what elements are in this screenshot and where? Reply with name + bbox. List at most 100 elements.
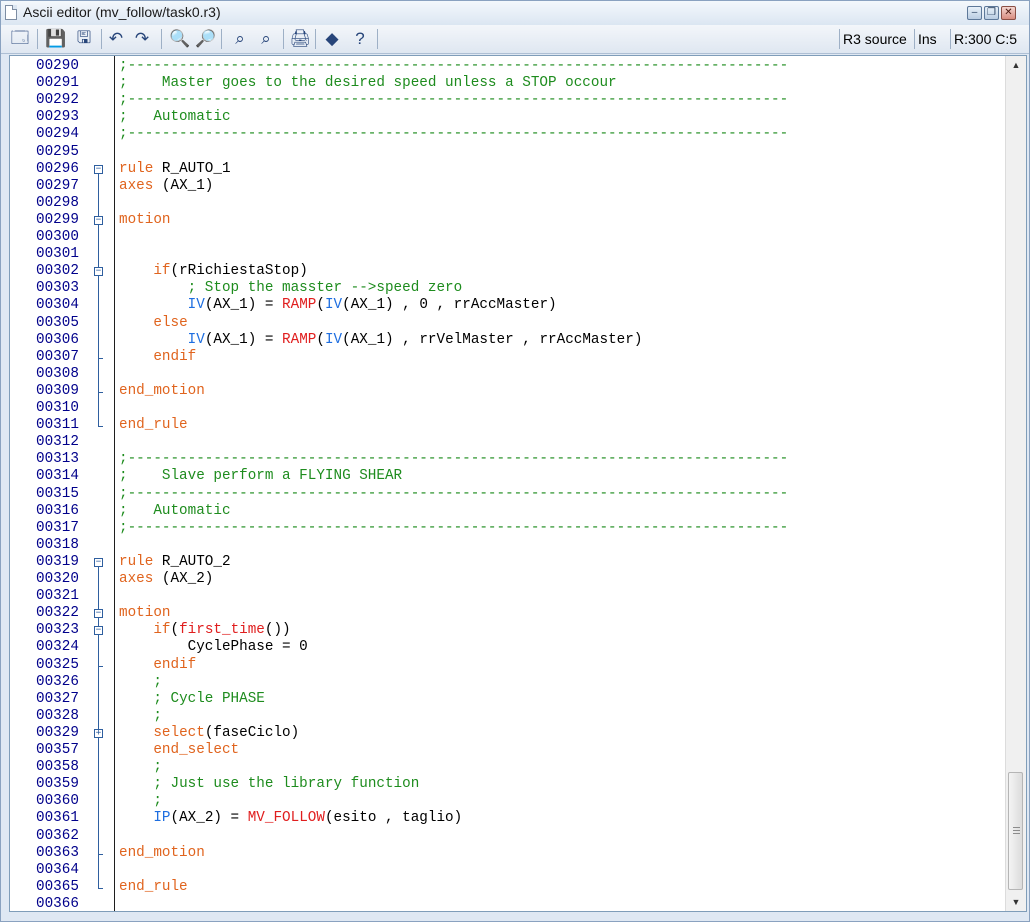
code-line[interactable]: 00310 bbox=[10, 400, 1000, 417]
code-line[interactable]: 00321 bbox=[10, 588, 1000, 605]
replace-next-button[interactable]: ⌕ bbox=[255, 28, 277, 50]
code-line[interactable]: 00303 ; Stop the masster -->speed zero bbox=[10, 280, 1000, 297]
code-line[interactable]: 00294 ;----------------------------------… bbox=[10, 126, 1000, 143]
code-line[interactable]: 00298 bbox=[10, 195, 1000, 212]
properties-icon: 🗔 bbox=[10, 27, 30, 47]
code-line[interactable]: 00320 axes (AX_2) bbox=[10, 571, 1000, 588]
code-line[interactable]: 00326 ; bbox=[10, 674, 1000, 691]
compile-button[interactable]: ◆ bbox=[321, 28, 343, 50]
code-line[interactable]: 00299 motion bbox=[10, 212, 1000, 229]
scroll-down-arrow-icon[interactable]: ▼ bbox=[1006, 893, 1026, 911]
code-line[interactable]: 00313 ;----------------------------------… bbox=[10, 451, 1000, 468]
code-line[interactable]: 00364 bbox=[10, 862, 1000, 879]
code-line[interactable]: 00363 end_motion bbox=[10, 845, 1000, 862]
code-line[interactable]: 00362 bbox=[10, 828, 1000, 845]
line-number: 00294 bbox=[36, 126, 79, 143]
code-text: ; Master goes to the desired speed unles… bbox=[119, 75, 617, 92]
find-button[interactable]: 🔍 bbox=[169, 28, 191, 50]
code-line[interactable]: 00329 select(faseCiclo) bbox=[10, 725, 1000, 742]
toolbar-separator bbox=[37, 29, 38, 49]
code-line[interactable]: 00315 ;----------------------------------… bbox=[10, 486, 1000, 503]
scroll-thumb[interactable] bbox=[1008, 772, 1023, 890]
code-line[interactable]: 00357 end_select bbox=[10, 742, 1000, 759]
code-text: ; Slave perform a FLYING SHEAR bbox=[119, 468, 403, 485]
code-line[interactable]: 00324 CyclePhase = 0 bbox=[10, 639, 1000, 656]
code-line[interactable]: 00296 rule R_AUTO_1 bbox=[10, 161, 1000, 178]
find-next-button[interactable]: 🔎 bbox=[195, 28, 217, 50]
code-line[interactable]: 00366 bbox=[10, 896, 1000, 911]
code-text: end_rule bbox=[119, 878, 188, 895]
code-line[interactable]: 00301 bbox=[10, 246, 1000, 263]
line-number: 00308 bbox=[36, 365, 79, 382]
code-line[interactable]: 00295 bbox=[10, 144, 1000, 161]
code-line[interactable]: 00306 IV(AX_1) = RAMP(IV(AX_1) , rrVelMa… bbox=[10, 332, 1000, 349]
collapse-fold-icon[interactable]: − bbox=[94, 164, 103, 174]
code-text: endif bbox=[153, 656, 197, 673]
code-line[interactable]: 00316 ; Automatic bbox=[10, 503, 1000, 520]
code-line[interactable]: 00302 if(rRichiestaStop) bbox=[10, 263, 1000, 280]
code-line[interactable]: 00359 ; Just use the library function bbox=[10, 776, 1000, 793]
redo-button[interactable]: ↷ bbox=[131, 28, 153, 50]
code-line[interactable]: 00323 if(first_time()) bbox=[10, 622, 1000, 639]
vertical-scrollbar[interactable]: ▲ ▼ bbox=[1005, 56, 1026, 911]
line-number: 00328 bbox=[36, 707, 79, 724]
code-line[interactable]: 00297 axes (AX_1) bbox=[10, 178, 1000, 195]
code-line[interactable]: 00322 motion bbox=[10, 605, 1000, 622]
code-line[interactable]: 00304 IV(AX_1) = RAMP(IV(AX_1) , 0 , rrA… bbox=[10, 297, 1000, 314]
code-line[interactable]: 00292 ;----------------------------------… bbox=[10, 92, 1000, 109]
code-line[interactable]: 00327 ; Cycle PHASE bbox=[10, 691, 1000, 708]
line-number: 00329 bbox=[36, 724, 79, 741]
collapse-fold-icon[interactable]: − bbox=[94, 609, 103, 619]
code-line[interactable]: 00291 ; Master goes to the desired speed … bbox=[10, 75, 1000, 92]
code-line[interactable]: 00360 ; bbox=[10, 793, 1000, 810]
scroll-up-arrow-icon[interactable]: ▲ bbox=[1006, 56, 1026, 74]
collapse-fold-icon[interactable]: − bbox=[94, 626, 103, 636]
code-line[interactable]: 00311 end_rule bbox=[10, 417, 1000, 434]
replace-icon: ⌕ bbox=[235, 29, 245, 48]
code-line[interactable]: 00325 endif bbox=[10, 657, 1000, 674]
collapse-fold-icon[interactable]: − bbox=[94, 215, 103, 225]
code-line[interactable]: 00319 rule R_AUTO_2 bbox=[10, 554, 1000, 571]
code-editor[interactable]: 00290 ;----------------------------------… bbox=[9, 55, 1027, 912]
title-bar[interactable]: Ascii editor (mv_follow/task0.r3) – ❐ ✕ bbox=[1, 1, 1029, 26]
minimize-button[interactable]: – bbox=[967, 6, 982, 20]
code-line[interactable]: 00307 endif bbox=[10, 349, 1000, 366]
undo-button[interactable]: ↶ bbox=[105, 28, 127, 50]
line-number: 00359 bbox=[36, 776, 79, 793]
fold-end-mark bbox=[98, 357, 103, 359]
code-line[interactable]: 00300 bbox=[10, 229, 1000, 246]
code-line[interactable]: 00308 bbox=[10, 366, 1000, 383]
line-number: 00298 bbox=[36, 194, 79, 211]
code-line[interactable]: 00290 ;----------------------------------… bbox=[10, 58, 1000, 75]
line-number: 00305 bbox=[36, 314, 79, 331]
line-number: 00313 bbox=[36, 451, 79, 468]
print-button[interactable]: 🖨 bbox=[289, 28, 311, 50]
restore-button[interactable]: ❐ bbox=[984, 6, 999, 20]
code-line[interactable]: 00361 IP(AX_2) = MV_FOLLOW(esito , tagli… bbox=[10, 810, 1000, 827]
code-line[interactable]: 00293 ; Automatic bbox=[10, 109, 1000, 126]
code-line[interactable]: 00358 ; bbox=[10, 759, 1000, 776]
code-line[interactable]: 00365 end_rule bbox=[10, 879, 1000, 896]
code-line[interactable]: 00314 ; Slave perform a FLYING SHEAR bbox=[10, 468, 1000, 485]
code-line[interactable]: 00309 end_motion bbox=[10, 383, 1000, 400]
code-line[interactable]: 00317 ;----------------------------------… bbox=[10, 520, 1000, 537]
collapse-fold-icon[interactable]: − bbox=[94, 267, 103, 277]
code-text: IV(AX_1) = RAMP(IV(AX_1) , 0 , rrAccMast… bbox=[187, 297, 557, 314]
toolbar-separator bbox=[315, 29, 316, 49]
code-line[interactable]: 00305 else bbox=[10, 315, 1000, 332]
help-icon: ? bbox=[355, 29, 365, 48]
document-icon bbox=[5, 5, 17, 20]
expand-fold-icon[interactable]: + bbox=[94, 728, 103, 738]
code-line[interactable]: 00318 bbox=[10, 537, 1000, 554]
code-line[interactable]: 00328 ; bbox=[10, 708, 1000, 725]
line-number: 00363 bbox=[36, 844, 79, 861]
save-all-button[interactable]: 🖫 bbox=[73, 28, 95, 50]
replace-button[interactable]: ⌕ bbox=[229, 28, 251, 50]
close-button[interactable]: ✕ bbox=[1001, 6, 1016, 20]
collapse-fold-icon[interactable]: − bbox=[94, 557, 103, 567]
save-button[interactable]: 💾 bbox=[45, 28, 67, 50]
help-button[interactable]: ? bbox=[349, 28, 371, 50]
code-line[interactable]: 00312 bbox=[10, 434, 1000, 451]
replace-next-icon: ⌕ bbox=[261, 29, 271, 48]
properties-button[interactable]: 🗔 bbox=[9, 28, 31, 50]
